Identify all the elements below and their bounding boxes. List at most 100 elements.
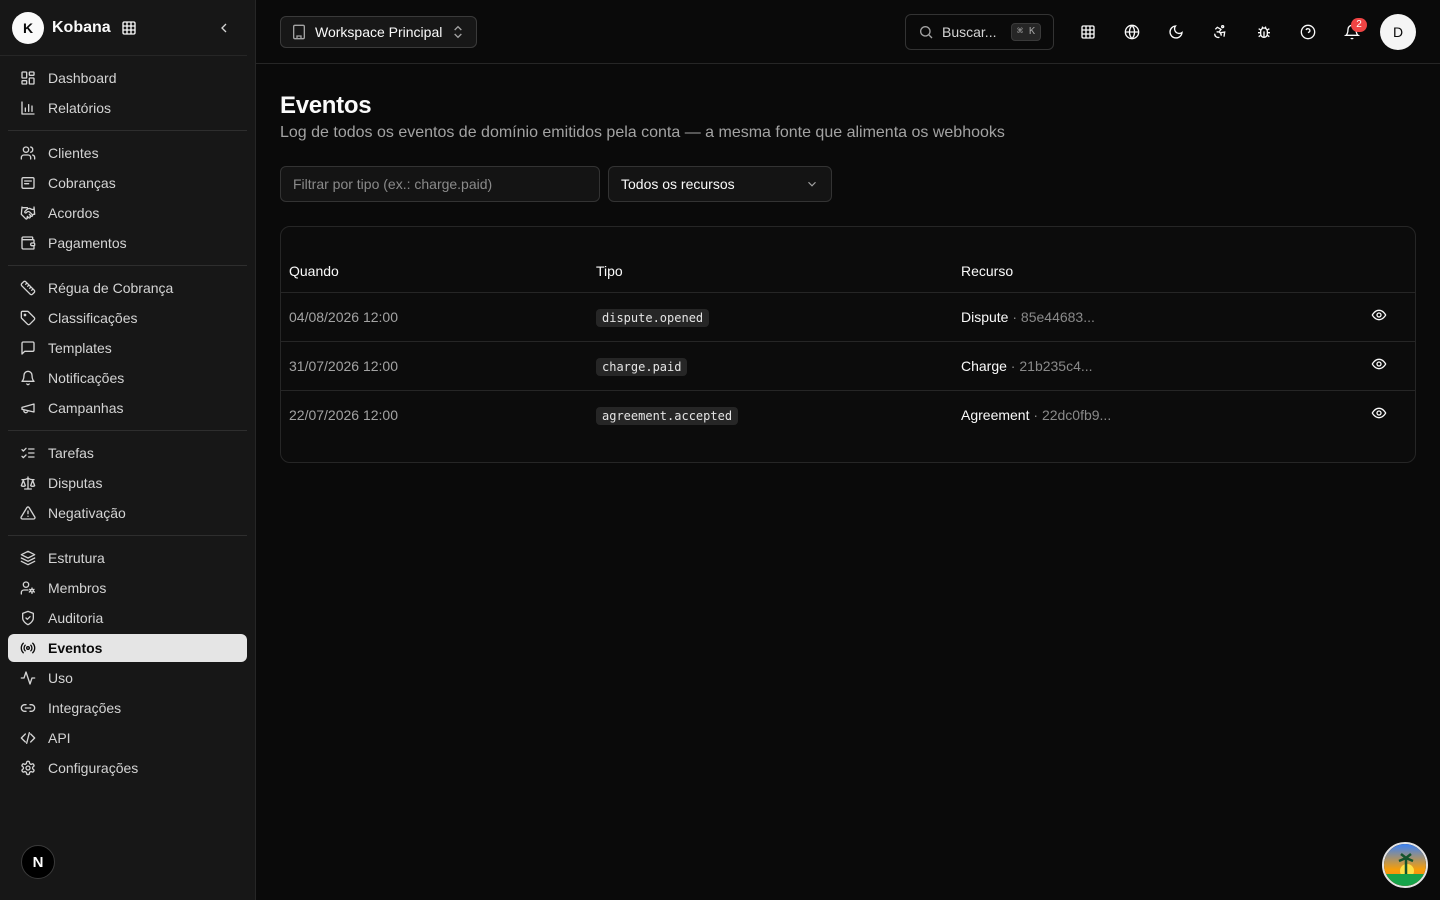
view-event-button[interactable] (1371, 356, 1387, 372)
ruler-icon (20, 280, 36, 296)
workspace-selector[interactable]: Workspace Principal (280, 15, 478, 48)
sidebar-item-auditoria[interactable]: Auditoria (8, 604, 247, 632)
resource-name: Agreement (961, 406, 1030, 423)
view-event-button[interactable] (1371, 307, 1387, 323)
sidebar-item-label: Acordos (48, 205, 100, 221)
sidebar-item-integracoes[interactable]: Integrações (8, 694, 247, 722)
eye-icon (1371, 358, 1387, 370)
tag-icon (20, 310, 36, 326)
user-avatar[interactable]: D (1380, 13, 1416, 50)
layers-icon (20, 550, 36, 566)
sidebar-item-pagamentos[interactable]: Pagamentos (8, 229, 247, 257)
sidebar-item-acordos[interactable]: Acordos (8, 199, 247, 227)
language-button[interactable] (1114, 14, 1150, 50)
floating-assistant-logo[interactable] (1382, 842, 1428, 888)
sidebar-item-cobrancas[interactable]: Cobranças (8, 169, 247, 197)
sidebar-item-label: Tarefas (48, 445, 94, 461)
resource-separator: · (1006, 357, 1020, 374)
chevron-down-icon (805, 177, 819, 191)
eye-icon (1371, 309, 1387, 321)
scale-icon (20, 475, 36, 491)
sidebar-item-uso[interactable]: Uso (8, 664, 247, 692)
event-resource-cell: Charge · 21b235c4... (953, 341, 1305, 391)
wallet-icon (20, 235, 36, 251)
column-header-type[interactable]: Tipo (588, 251, 953, 293)
help-button[interactable] (1290, 14, 1326, 50)
chevron-left-icon (221, 23, 227, 32)
sidebar-item-label: Estrutura (48, 550, 105, 566)
nav-group: Clientes Cobranças Acordos Pagamentos (8, 134, 247, 266)
search-button[interactable]: Buscar... ⌘ K (905, 13, 1054, 50)
topbar: Workspace Principal Buscar... ⌘ K 2 D (256, 0, 1440, 64)
sidebar-item-membros[interactable]: Membros (8, 574, 247, 602)
row-actions (1304, 341, 1415, 391)
receipt-icon (20, 175, 36, 191)
sidebar-item-dashboard[interactable]: Dashboard (8, 64, 247, 92)
search-icon (918, 24, 934, 40)
sidebar-item-tarefas[interactable]: Tarefas (8, 439, 247, 467)
sidebar-item-clientes[interactable]: Clientes (8, 139, 247, 167)
column-header-when[interactable]: Quando (281, 251, 588, 293)
sidebar-item-label: API (48, 730, 71, 746)
sidebar-item-label: Notificações (48, 370, 125, 386)
event-time: 31/07/2026 12:00 (281, 341, 588, 391)
event-time: 22/07/2026 12:00 (289, 406, 398, 423)
brand-name[interactable]: Kobana (52, 19, 111, 37)
shield-check-icon (20, 610, 36, 626)
sidebar-item-templates[interactable]: Templates (8, 334, 247, 362)
grid-icon[interactable] (121, 20, 137, 36)
view-event-button[interactable] (1371, 405, 1387, 421)
debug-button[interactable] (1246, 14, 1282, 50)
events-table-card: Quando Tipo Recurso 04/08/2026 12:00 disp… (280, 226, 1416, 463)
handshake-icon (20, 205, 36, 221)
accessibility-button[interactable] (1202, 14, 1238, 50)
column-header-actions (1304, 251, 1415, 293)
sidebar-item-api[interactable]: API (8, 724, 247, 752)
search-label: Buscar... (942, 23, 997, 40)
sidebar-item-regua-de-cobranca[interactable]: Régua de Cobrança (8, 274, 247, 302)
bug-icon (1258, 25, 1270, 38)
collapse-sidebar-button[interactable] (213, 17, 235, 39)
event-type-cell: agreement.accepted (588, 390, 953, 439)
sidebar-item-label: Templates (48, 340, 112, 356)
sidebar-item-label: Integrações (48, 700, 122, 716)
theme-toggle-button[interactable] (1158, 14, 1194, 50)
nav-group: Régua de Cobrança Classificações Templates… (8, 269, 247, 431)
sidebar-item-campanhas[interactable]: Campanhas (8, 394, 247, 422)
sidebar-item-disputas[interactable]: Disputas (8, 469, 247, 497)
list-checks-icon (20, 445, 36, 461)
bar-chart-icon (20, 100, 36, 116)
sidebar-item-label: Auditoria (48, 610, 104, 626)
type-filter-input[interactable] (280, 166, 600, 202)
sidebar-item-configuracoes[interactable]: Configurações (8, 754, 247, 782)
resource-separator: · (1008, 308, 1021, 325)
column-header-resource[interactable]: Recurso (953, 251, 1305, 293)
resource-id: 21b235c4... (1019, 357, 1093, 374)
sidebar-item-label: Clientes (48, 145, 99, 161)
resource-id: 85e44683... (1020, 308, 1095, 325)
sidebar-item-label: Disputas (48, 475, 103, 491)
sidebar-item-estrutura[interactable]: Estrutura (8, 544, 247, 572)
resource-separator: · (1029, 406, 1042, 423)
brand-avatar[interactable]: K (12, 11, 44, 44)
sidebar-item-label: Uso (48, 670, 73, 686)
next-badge[interactable]: N (21, 845, 55, 879)
sidebar-item-label: Membros (48, 580, 107, 596)
table-view-button[interactable] (1070, 14, 1106, 50)
sidebar-item-relatorios[interactable]: Relatórios (8, 94, 247, 122)
table-row[interactable]: 22/07/2026 12:00 agreement.accepted Agreem… (281, 390, 1415, 439)
event-resource-cell: Dispute · 85e44683... (953, 292, 1305, 342)
event-type-cell: dispute.opened (588, 292, 953, 342)
notifications-button[interactable]: 2 (1334, 14, 1370, 50)
sidebar-item-negativacao[interactable]: Negativação (8, 499, 247, 527)
resource-filter-select[interactable]: Todos os recursos (608, 166, 832, 202)
sidebar-item-notificacoes[interactable]: Notificações (8, 364, 247, 392)
sidebar-item-eventos[interactable]: Eventos (8, 634, 247, 662)
table-row[interactable]: 31/07/2026 12:00 charge.paid Charge · 21b2… (281, 341, 1415, 391)
table-header-row: Quando Tipo Recurso (281, 251, 1415, 293)
row-actions (1304, 292, 1415, 342)
eye-icon (1371, 407, 1387, 419)
resource-id: 22dc0fb9... (1041, 406, 1112, 423)
table-row[interactable]: 04/08/2026 12:00 dispute.opened Dispute · … (281, 292, 1415, 342)
sidebar-item-classificacoes[interactable]: Classificações (8, 304, 247, 332)
